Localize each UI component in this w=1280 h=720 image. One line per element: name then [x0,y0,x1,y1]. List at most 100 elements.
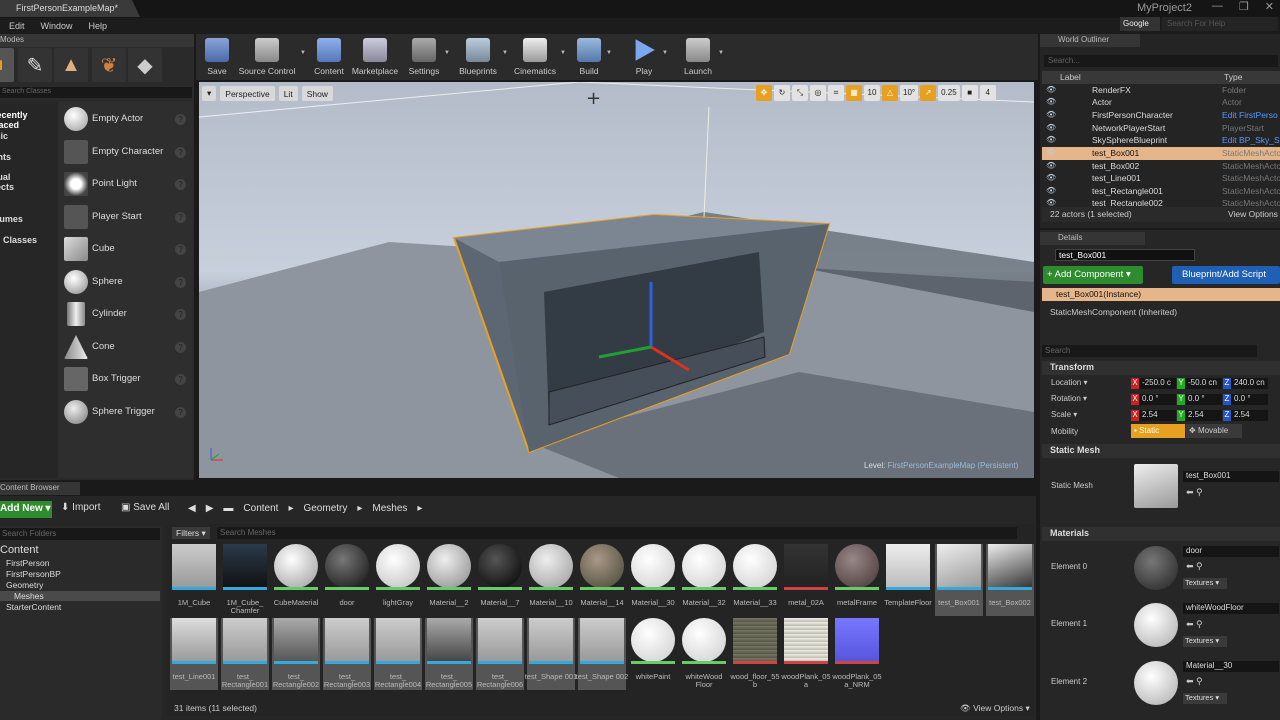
textures-dropdown[interactable]: Textures ▾ [1183,693,1227,704]
level-viewport[interactable]: + [199,82,1034,478]
asset-tile[interactable]: test_Line001 [170,618,218,690]
geometry-mode-icon[interactable]: ◆ [128,48,162,82]
eye-icon[interactable]: 👁 [1046,161,1056,170]
asset-tile[interactable]: Material__14 [578,544,626,616]
asset-tile[interactable]: Material__32 [680,544,728,616]
asset-tile[interactable]: Material__10 [527,544,575,616]
rotation-snap-value[interactable]: 10° [900,85,919,101]
place-sphere-trigger[interactable]: Sphere Trigger? [62,397,190,427]
asset-tile[interactable]: test_Box002 [986,544,1034,616]
outliner-view-options[interactable]: View Options [1228,209,1278,219]
place-empty-character[interactable]: Empty Character? [62,137,190,167]
grid-size-value[interactable]: 10 [864,85,880,101]
translate-icon[interactable]: ✥ [756,85,772,101]
content-button[interactable]: Content [310,36,348,78]
details-search-input[interactable]: Search [1042,345,1257,357]
place-player-start[interactable]: Player Start? [62,202,190,232]
maximize-button[interactable]: ❐ [1239,0,1249,13]
launch-button[interactable]: Launch ▼ [680,36,724,78]
camera-speed-value[interactable]: 4 [979,85,996,101]
menu-help[interactable]: Help [89,21,108,31]
help-icon[interactable]: ? [175,342,186,353]
scale-icon[interactable]: ⤡ [792,85,808,101]
paint-mode-icon[interactable]: ✎ [18,48,52,82]
close-button[interactable]: ✕ [1265,0,1274,13]
asset-tile[interactable]: test_ Rectangle003 [323,618,371,690]
help-icon[interactable]: ? [175,147,186,158]
class-search-input[interactable]: Search Classes [0,87,192,98]
category-basic[interactable]: Basic [0,129,42,145]
rotate-icon[interactable]: ↻ [774,85,790,101]
material-picker[interactable]: whiteWoodFloor [1183,603,1279,614]
material-picker[interactable]: Material__30 [1183,661,1279,672]
asset-tile[interactable]: CubeMaterial [272,544,320,616]
material-thumbnail[interactable] [1134,603,1178,647]
minimize-button[interactable]: — [1212,0,1223,13]
play-button[interactable]: Play ▼ [628,36,668,78]
camera-speed-icon[interactable]: ■ [961,85,978,101]
menu-window[interactable]: Window [41,21,73,31]
asset-tile[interactable]: test_ Rectangle004 [374,618,422,690]
help-icon[interactable]: ? [175,114,186,125]
asset-tile[interactable]: test_Box001 [935,544,983,616]
rotation-y-field[interactable]: Y 0.0 ° [1177,394,1222,405]
folder-firstperson[interactable]: FirstPerson [6,558,49,568]
back-arrow-icon[interactable]: ◀ [188,503,196,514]
search-provider-dropdown[interactable]: Google [1120,17,1160,31]
category-recently-placed[interactable]: Recently Placed [0,108,48,130]
help-search-input[interactable]: Search For Help [1162,17,1278,31]
outliner-row[interactable]: 👁 FirstPersonCharacter Edit FirstPerso [1042,109,1280,122]
asset-tile[interactable]: Material__33 [731,544,779,616]
help-icon[interactable]: ? [175,277,186,288]
rotation-z-field[interactable]: Z 0.0 ° [1223,394,1268,405]
static-mesh-picker[interactable]: test_Box001 [1183,471,1279,482]
material-picker[interactable]: door [1183,546,1279,557]
category-volumes[interactable]: Volumes [0,212,44,228]
viewport-menu-button[interactable]: ▾ [202,86,217,101]
asset-tile[interactable]: metalFrame [833,544,881,616]
asset-tile[interactable]: whitePaint [629,618,677,690]
location-y-field[interactable]: Y -50.0 cn [1177,378,1222,389]
material-thumbnail[interactable] [1134,546,1178,590]
content-view-options[interactable]: 👁 View Options ▾ [960,703,1030,714]
rotation-label[interactable]: Rotation ▾ [1051,394,1087,403]
asset-tile[interactable]: test_Shape 001 [525,618,577,690]
category-all-classes[interactable]: All Classes [0,233,47,249]
add-component-button[interactable]: + Add Component ▾ [1043,266,1143,284]
tab-map[interactable]: FirstPersonExampleMap* [0,0,140,17]
eye-icon[interactable]: 👁 [1046,198,1056,206]
folder-geometry[interactable]: Geometry [6,580,43,590]
asset-tile[interactable]: Material__30 [629,544,677,616]
help-icon[interactable]: ? [175,212,186,223]
add-new-button[interactable]: Add New ▾ [0,501,52,518]
grid-snap-icon[interactable]: ▦ [846,85,862,101]
asset-tile[interactable]: door [323,544,371,616]
actor-name-field[interactable]: test_Box001 [1055,249,1195,261]
eye-icon[interactable]: 👁 [1046,173,1056,182]
source-control-button[interactable]: Source Control ▼ [236,36,306,78]
eye-icon[interactable]: 👁 [1046,110,1056,119]
place-cube[interactable]: Cube? [62,234,190,264]
mobility-movable-toggle[interactable]: ✥ Movable [1186,424,1242,438]
textures-dropdown[interactable]: Textures ▾ [1183,578,1227,589]
asset-tile[interactable]: test_ Rectangle002 [272,618,320,690]
static-mesh-component-row[interactable]: StaticMeshComponent (Inherited) [1050,307,1177,317]
eye-icon[interactable]: 👁 [1046,97,1056,106]
browse-arrow-icon[interactable]: ⬅ ⚲ [1186,676,1203,687]
build-button[interactable]: Build ▼ [574,36,612,78]
asset-tile[interactable]: woodPlank_05 a [781,618,831,690]
browse-arrow-icon[interactable]: ⬅ ⚲ [1186,487,1203,498]
help-icon[interactable]: ? [175,309,186,320]
asset-tile[interactable]: lightGray [374,544,422,616]
cinematics-button[interactable]: Cinematics ▼ [512,36,566,78]
landscape-mode-icon[interactable]: ▲ [54,48,88,82]
material-thumbnail[interactable] [1134,661,1178,705]
world-local-icon[interactable]: ◎ [810,85,826,101]
category-lights[interactable]: Lights [0,150,42,166]
asset-tile[interactable]: 1M_Cube [170,544,218,616]
crumb-geometry[interactable]: Geometry [303,503,347,514]
instance-row[interactable]: test_Box001(Instance) [1042,288,1280,301]
static-mesh-section[interactable]: Static Mesh [1042,444,1280,458]
place-cone[interactable]: Cone? [62,332,190,362]
asset-tile[interactable]: test_ Rectangle001 [221,618,269,690]
